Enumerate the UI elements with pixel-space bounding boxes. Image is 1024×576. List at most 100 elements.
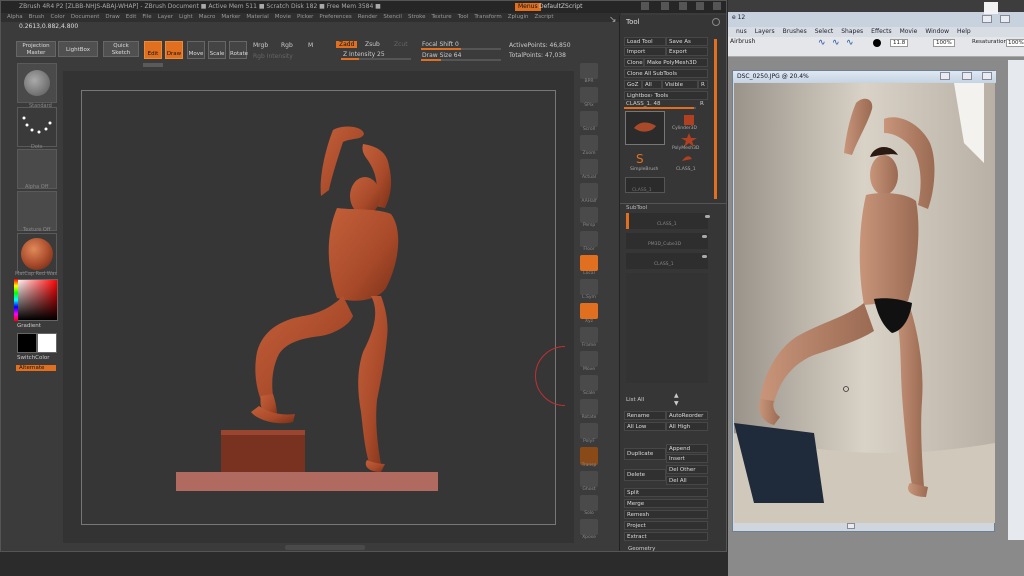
- menu-transform[interactable]: Transform: [474, 14, 501, 20]
- ps-menu-help[interactable]: Help: [957, 28, 971, 35]
- canvas-scroll-handle[interactable]: [285, 545, 365, 550]
- split-button[interactable]: Split: [624, 488, 708, 497]
- tool-thumb-class1-small[interactable]: [680, 153, 694, 165]
- lightbox-tools-button[interactable]: Lightbox› Tools: [624, 91, 708, 100]
- delete-button[interactable]: Delete: [624, 469, 666, 481]
- mrgb-button[interactable]: Mrgb: [253, 42, 268, 49]
- make-polymesh-button[interactable]: Make PolyMesh3D: [644, 58, 708, 67]
- z-intensity-track[interactable]: [341, 58, 411, 60]
- eye-icon[interactable]: [702, 255, 707, 258]
- canvas-top-handle[interactable]: [143, 63, 163, 67]
- simplebrush-icon[interactable]: S: [636, 152, 650, 166]
- ps-menu-nus[interactable]: nus: [736, 28, 747, 35]
- menu-material[interactable]: Material: [246, 14, 268, 20]
- opacity-field[interactable]: 100%: [933, 39, 955, 47]
- arrow-down-icon[interactable]: ▼: [674, 400, 679, 407]
- rgb-intensity-slider[interactable]: Rgb Intensity: [253, 53, 293, 60]
- menu-light[interactable]: Light: [179, 14, 193, 20]
- hue-strip[interactable]: [14, 279, 18, 321]
- polyf-button[interactable]: [580, 423, 598, 439]
- z-intensity-slider[interactable]: Z Intensity 25: [343, 51, 385, 58]
- lsym-button[interactable]: [580, 279, 598, 295]
- ghost-button[interactable]: [580, 471, 598, 487]
- desktop-icon[interactable]: [984, 2, 998, 14]
- quick-sketch-button[interactable]: Quick Sketch: [103, 41, 139, 57]
- del-other-button[interactable]: Del Other: [666, 465, 708, 474]
- menu-alpha[interactable]: Alpha: [7, 14, 23, 20]
- brush-icon[interactable]: ∿: [846, 38, 858, 48]
- zadd-button[interactable]: Zadd: [336, 41, 358, 48]
- menu-zplugin[interactable]: Zplugin: [508, 14, 529, 20]
- menu-render[interactable]: Render: [358, 14, 378, 20]
- menu-document[interactable]: Document: [71, 14, 100, 20]
- tool-thumb-polymesh[interactable]: [680, 133, 698, 147]
- goz-visible-button[interactable]: Visible: [662, 80, 698, 89]
- local-button[interactable]: [580, 255, 598, 271]
- move-button[interactable]: Move: [187, 41, 205, 59]
- aahalf-button[interactable]: [580, 183, 598, 199]
- eye-icon[interactable]: [705, 215, 710, 218]
- gradient-button[interactable]: Gradient: [17, 323, 41, 329]
- subtool-row[interactable]: CLASS_1: [626, 253, 708, 269]
- stroke-picker[interactable]: [17, 107, 57, 147]
- menu-zscript[interactable]: Zscript: [534, 14, 553, 20]
- export-button[interactable]: Export: [666, 47, 708, 56]
- ps-menu-select[interactable]: Select: [815, 28, 834, 35]
- menu-brush[interactable]: Brush: [29, 14, 45, 20]
- minimize-icon[interactable]: [982, 15, 992, 23]
- pin-icon[interactable]: ↘: [609, 15, 619, 25]
- resaturation-field[interactable]: 100%: [1006, 39, 1024, 47]
- menu-marker[interactable]: Marker: [221, 14, 240, 20]
- tool-scrollbar[interactable]: [714, 39, 717, 199]
- m-button[interactable]: M: [308, 42, 313, 49]
- brush-icon[interactable]: ∿: [832, 38, 844, 48]
- menu-stroke[interactable]: Stroke: [408, 14, 426, 20]
- menu-tool[interactable]: Tool: [458, 14, 469, 20]
- draw-size-slider[interactable]: Draw Size 64: [422, 52, 461, 59]
- tool-thumb-class1[interactable]: [625, 111, 665, 145]
- actual-button[interactable]: [580, 159, 598, 175]
- list-all-button[interactable]: List All: [626, 397, 644, 403]
- secondary-color-swatch[interactable]: [37, 333, 57, 353]
- menu-stencil[interactable]: Stencil: [383, 14, 402, 20]
- refresh-icon[interactable]: [712, 18, 720, 26]
- xyz-button[interactable]: [580, 303, 598, 319]
- all-high-button[interactable]: All High: [666, 422, 708, 431]
- alternate-button[interactable]: Alternate: [16, 365, 56, 371]
- import-button[interactable]: Import: [624, 47, 666, 56]
- palette-icon[interactable]: [661, 2, 669, 10]
- persp-button[interactable]: [580, 207, 598, 223]
- menu-draw[interactable]: Draw: [105, 14, 119, 20]
- ps-menu-window[interactable]: Window: [925, 28, 949, 35]
- scroll-button[interactable]: [580, 111, 598, 127]
- tool-palette-header[interactable]: Tool: [626, 18, 640, 26]
- project-button[interactable]: Project: [624, 521, 708, 530]
- zsub-button[interactable]: Zsub: [365, 41, 380, 48]
- sculpt-model[interactable]: [81, 90, 556, 525]
- edit-button[interactable]: Edit: [144, 41, 162, 59]
- rotate-button[interactable]: Rotate: [229, 41, 248, 59]
- subtool-header[interactable]: SubTool: [626, 205, 647, 211]
- menus-button[interactable]: Menus: [515, 3, 541, 11]
- scale-button[interactable]: Scale: [208, 41, 226, 59]
- reference-photo[interactable]: [734, 83, 995, 523]
- menu-color[interactable]: Color: [51, 14, 65, 20]
- close-icon[interactable]: [713, 2, 721, 10]
- ps-menu-layers[interactable]: Layers: [755, 28, 775, 35]
- autoreorder-button[interactable]: AutoReorder: [666, 411, 708, 420]
- extract-button[interactable]: Extract: [624, 532, 708, 541]
- zcut-button[interactable]: Zcut: [394, 41, 408, 48]
- lightbox-button[interactable]: LightBox: [58, 41, 98, 57]
- arrow-up-icon[interactable]: ▲: [674, 392, 679, 399]
- texture-picker[interactable]: [17, 191, 57, 231]
- scale-button[interactable]: [580, 375, 598, 391]
- move-button[interactable]: [580, 351, 598, 367]
- zoom-button[interactable]: [580, 135, 598, 151]
- ps-menu-effects[interactable]: Effects: [871, 28, 891, 35]
- rename-button[interactable]: Rename: [624, 411, 666, 420]
- goz-r-button[interactable]: R: [698, 80, 708, 89]
- menu-file[interactable]: File: [142, 14, 151, 20]
- current-tool-track[interactable]: [624, 107, 696, 109]
- switch-color-button[interactable]: SwitchColor: [17, 355, 50, 361]
- clone-all-subtools-button[interactable]: Clone All SubTools: [624, 69, 708, 78]
